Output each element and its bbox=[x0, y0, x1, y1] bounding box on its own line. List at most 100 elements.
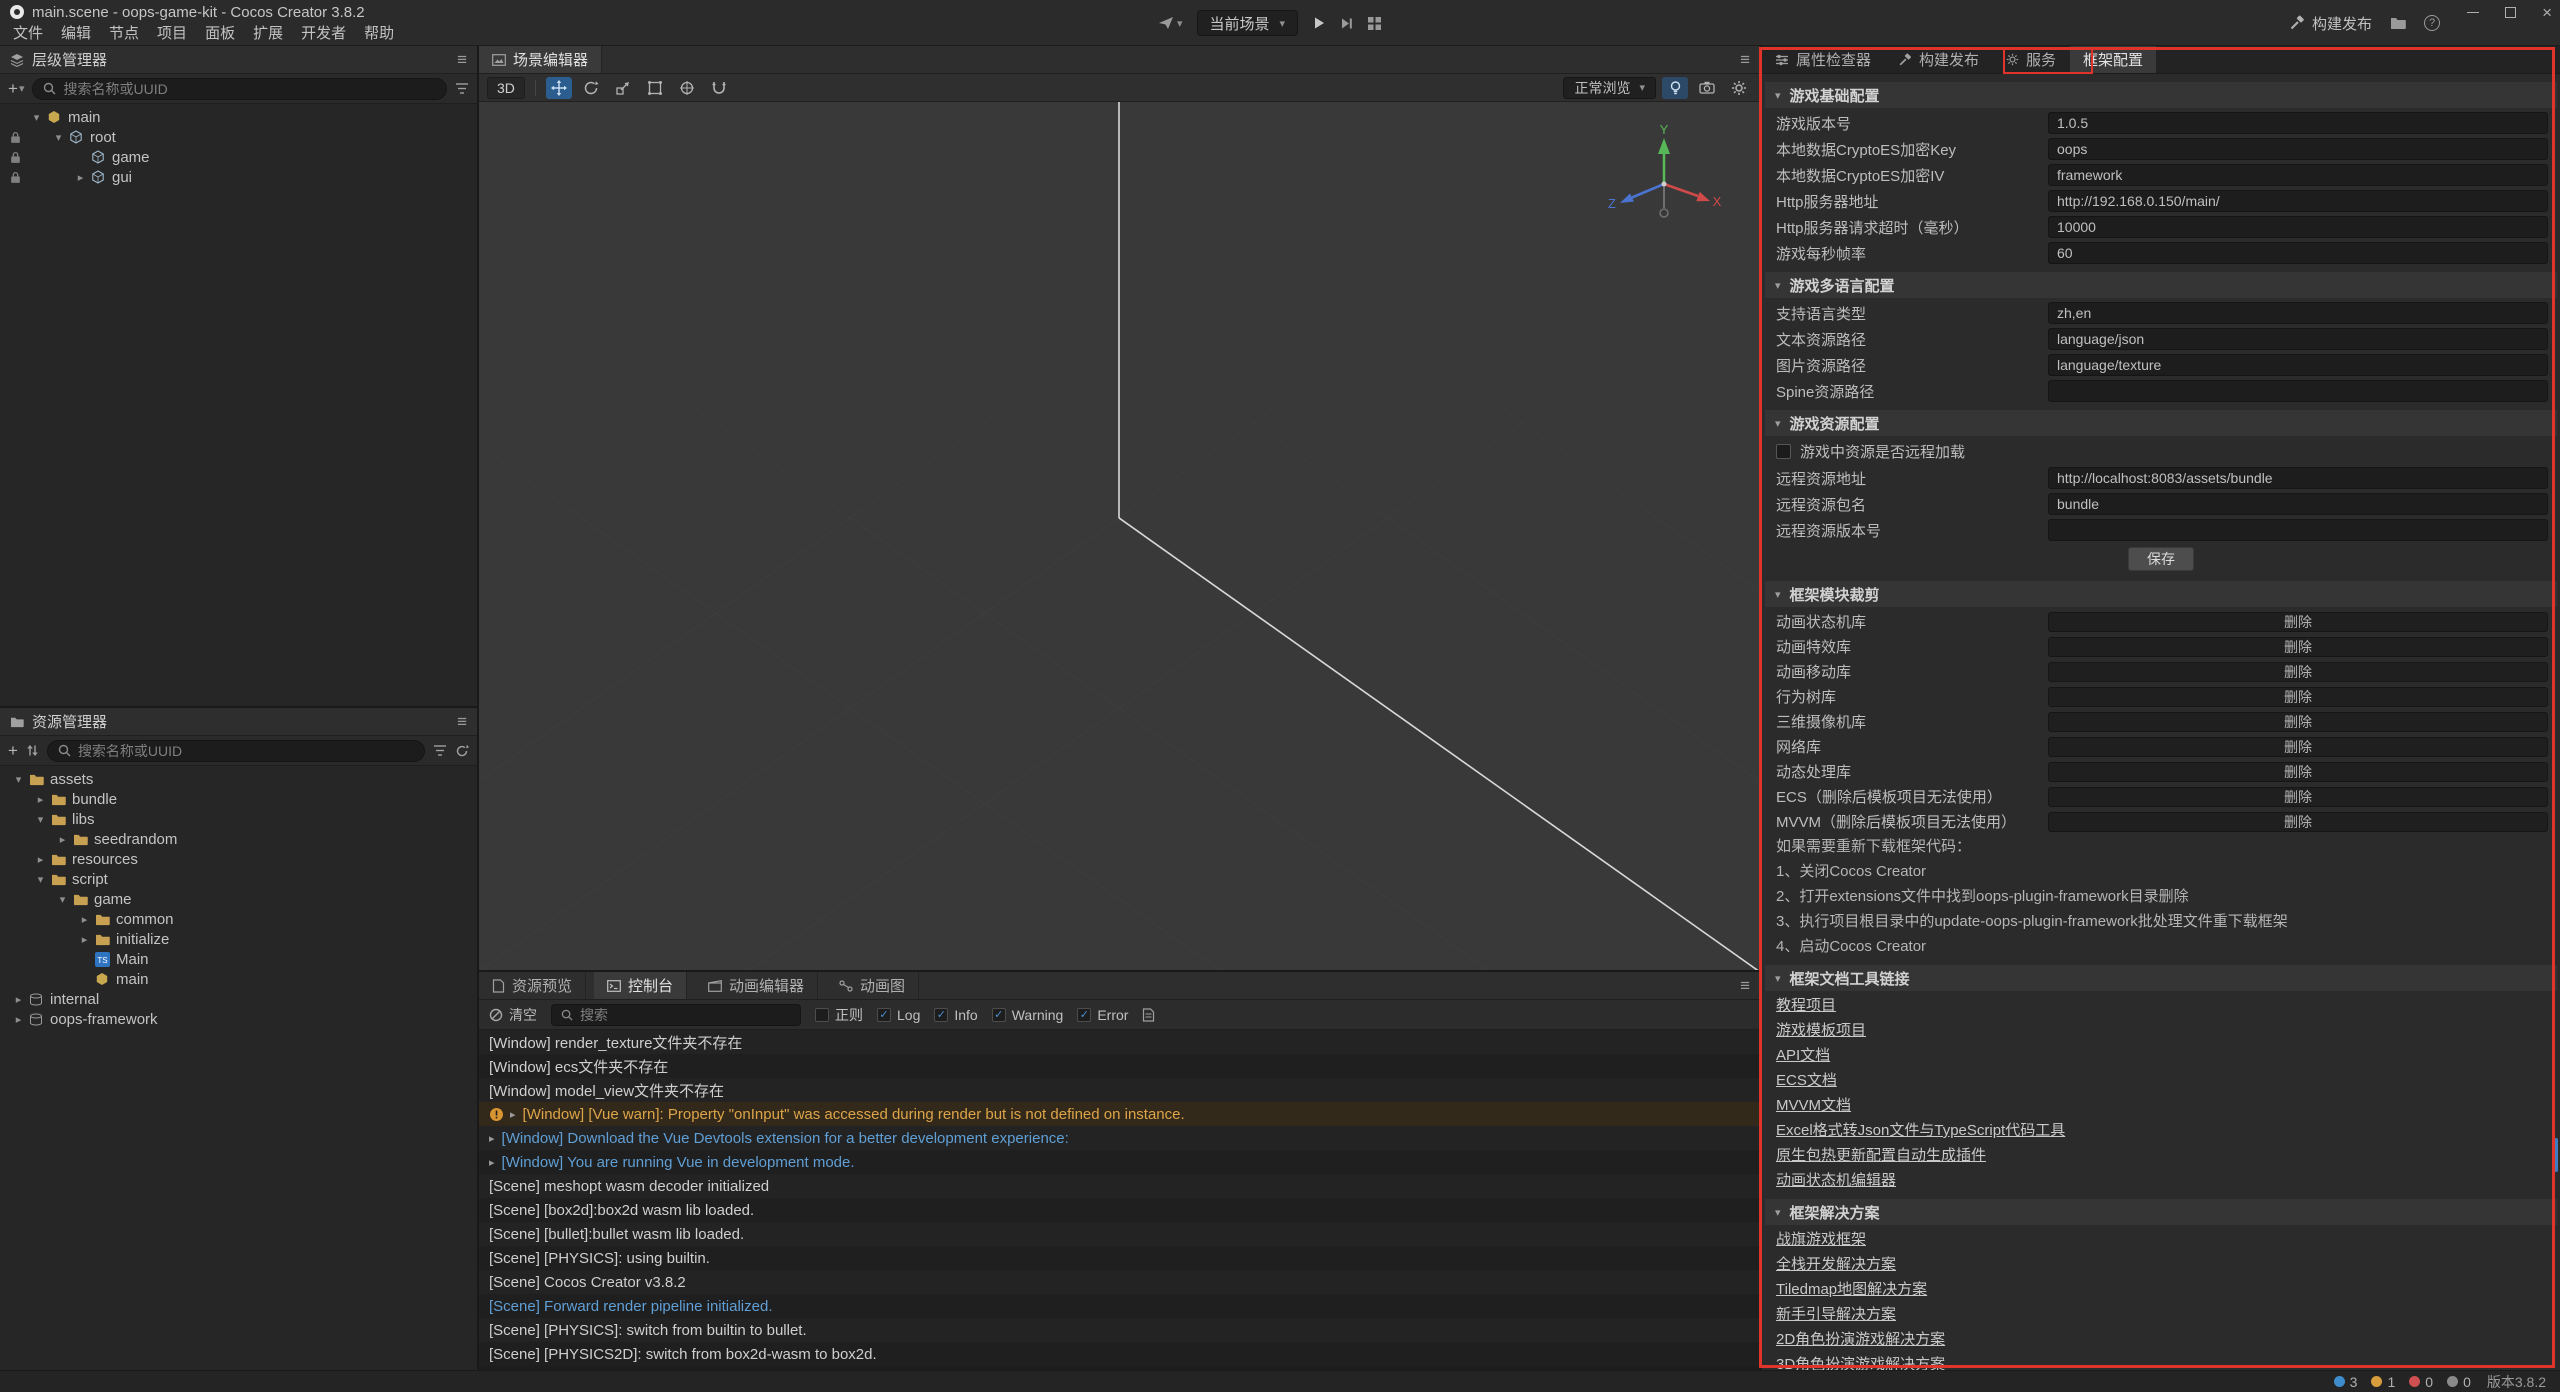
field-input[interactable] bbox=[2048, 138, 2548, 160]
tab-scene-editor[interactable]: 场景编辑器 bbox=[479, 46, 602, 73]
panel-menu-icon[interactable]: ≡ bbox=[457, 50, 467, 70]
console-log-row[interactable]: [Scene] meshopt wasm decoder initialized bbox=[479, 1174, 1760, 1198]
console-log-row[interactable]: [Scene] [box2d]:box2d wasm lib loaded. bbox=[479, 1198, 1760, 1222]
play-button[interactable] bbox=[1312, 16, 1326, 30]
doc-link[interactable]: 3D角色扮演游戏解决方案 bbox=[1776, 1356, 1945, 1370]
doc-link[interactable]: 新手引导解决方案 bbox=[1776, 1306, 1896, 1323]
collapse-logs-icon[interactable] bbox=[1142, 1008, 1155, 1022]
tree-node[interactable]: ▸oops-framework bbox=[0, 1009, 477, 1029]
rotate-tool-button[interactable] bbox=[578, 77, 604, 99]
assets-search-input[interactable] bbox=[78, 743, 414, 759]
scale-tool-button[interactable] bbox=[610, 77, 636, 99]
tree-caret-icon[interactable]: ▸ bbox=[54, 833, 71, 846]
close-icon[interactable]: × bbox=[2542, 4, 2552, 21]
doc-link[interactable]: ECS文档 bbox=[1776, 1072, 1837, 1089]
preview-target-icon[interactable]: ▾ bbox=[1158, 15, 1183, 31]
console-log-row[interactable]: [Scene] [PHYSICS2D]: switch from box2d-w… bbox=[479, 1342, 1760, 1366]
sort-icon[interactable] bbox=[26, 744, 39, 757]
section-header[interactable]: ▾游戏基础配置 bbox=[1765, 82, 2557, 108]
tree-caret-icon[interactable]: ▸ bbox=[32, 793, 49, 806]
module-delete-button[interactable]: 删除 bbox=[2048, 762, 2548, 782]
tab-asset-preview[interactable]: 资源预览 bbox=[479, 972, 586, 999]
field-input[interactable] bbox=[2048, 216, 2548, 238]
hierarchy-search-input[interactable] bbox=[63, 81, 436, 97]
tree-caret-icon[interactable]: ▾ bbox=[50, 131, 67, 144]
section-header[interactable]: ▾框架模块裁剪 bbox=[1765, 581, 2557, 607]
multi-device-icon[interactable] bbox=[1367, 16, 1382, 31]
lock-icon[interactable] bbox=[2, 131, 28, 144]
folder-icon[interactable] bbox=[2390, 16, 2406, 30]
module-delete-button[interactable]: 删除 bbox=[2048, 737, 2548, 757]
build-publish-button[interactable]: 构建发布 bbox=[2289, 13, 2372, 34]
module-delete-button[interactable]: 删除 bbox=[2048, 612, 2548, 632]
clear-console-button[interactable]: 清空 bbox=[489, 1005, 537, 1025]
expand-caret-icon[interactable]: ▸ bbox=[510, 1108, 516, 1121]
doc-link[interactable]: 全栈开发解决方案 bbox=[1776, 1256, 1896, 1273]
console-log-row[interactable]: ▸[Window] You are running Vue in develop… bbox=[479, 1150, 1760, 1174]
doc-link[interactable]: 教程项目 bbox=[1776, 997, 1836, 1014]
field-input[interactable] bbox=[2048, 519, 2548, 541]
console-log-row[interactable]: [Window] ecs文件夹不存在 bbox=[479, 1054, 1760, 1078]
tree-caret-icon[interactable]: ▸ bbox=[10, 1013, 27, 1026]
module-delete-button[interactable]: 删除 bbox=[2048, 662, 2548, 682]
field-input[interactable] bbox=[2048, 493, 2548, 515]
expand-caret-icon[interactable]: ▸ bbox=[489, 1156, 495, 1169]
tree-node[interactable]: ▸initialize bbox=[0, 929, 477, 949]
snap-tool-button[interactable] bbox=[706, 77, 732, 99]
panel-menu-icon[interactable]: ≡ bbox=[457, 712, 467, 732]
console-log-row[interactable]: [Scene] [bullet]:bullet wasm lib loaded. bbox=[479, 1222, 1760, 1246]
module-delete-button[interactable]: 删除 bbox=[2048, 812, 2548, 832]
module-delete-button[interactable]: 删除 bbox=[2048, 712, 2548, 732]
console-search-input[interactable] bbox=[580, 1007, 791, 1023]
tree-node[interactable]: ▾root bbox=[0, 127, 477, 147]
doc-link[interactable]: 2D角色扮演游戏解决方案 bbox=[1776, 1331, 1945, 1348]
section-header[interactable]: ▾框架解决方案 bbox=[1765, 1199, 2557, 1225]
tree-node[interactable]: ▸bundle bbox=[0, 789, 477, 809]
tab-property-inspector[interactable]: 属性检查器 bbox=[1762, 46, 1885, 73]
tree-caret-icon[interactable]: ▸ bbox=[72, 171, 89, 184]
tree-caret-icon[interactable]: ▾ bbox=[10, 773, 27, 786]
tree-caret-icon[interactable]: ▾ bbox=[54, 893, 71, 906]
add-node-button[interactable]: +▾ bbox=[8, 79, 24, 99]
doc-link[interactable]: API文档 bbox=[1776, 1047, 1830, 1064]
tree-node[interactable]: ▾main bbox=[0, 107, 477, 127]
rect-tool-button[interactable] bbox=[642, 77, 668, 99]
menu-developer[interactable]: 开发者 bbox=[292, 22, 355, 46]
transform-tool-button[interactable] bbox=[674, 77, 700, 99]
field-input[interactable] bbox=[2048, 242, 2548, 264]
tab-console[interactable]: 控制台 bbox=[594, 972, 687, 999]
tree-caret-icon[interactable]: ▸ bbox=[76, 933, 93, 946]
regex-toggle[interactable]: 正则 bbox=[815, 1005, 863, 1025]
module-delete-button[interactable]: 删除 bbox=[2048, 687, 2548, 707]
doc-link[interactable]: 原生包热更新配置自动生成插件 bbox=[1776, 1147, 1986, 1164]
console-log-row[interactable]: [Scene] [PHYSICS]: using builtin. bbox=[479, 1246, 1760, 1270]
console-log-row[interactable]: [Scene] Cocos Creator v3.8.2 bbox=[479, 1270, 1760, 1294]
field-input[interactable] bbox=[2048, 164, 2548, 186]
tree-node[interactable]: ▸common bbox=[0, 909, 477, 929]
panel-menu-icon[interactable]: ≡ bbox=[1740, 976, 1750, 996]
status-count[interactable]: 3 bbox=[2334, 1374, 2358, 1390]
lock-icon[interactable] bbox=[2, 171, 28, 184]
tree-node[interactable]: ▸gui bbox=[0, 167, 477, 187]
filter-error-checkbox[interactable]: ✓ Error bbox=[1077, 1007, 1128, 1023]
tab-framework-config[interactable]: 框架配置 bbox=[2070, 46, 2157, 73]
save-button[interactable]: 保存 bbox=[2128, 547, 2194, 571]
section-header[interactable]: ▾游戏多语言配置 bbox=[1765, 272, 2557, 298]
view-mode-select[interactable]: 正常浏览 ▾ bbox=[1563, 77, 1656, 99]
refresh-icon[interactable] bbox=[455, 744, 469, 758]
field-input[interactable] bbox=[2048, 328, 2548, 350]
scene-select[interactable]: 当前场景 ▾ bbox=[1197, 10, 1299, 36]
help-icon[interactable]: ? bbox=[2424, 15, 2440, 31]
module-delete-button[interactable]: 删除 bbox=[2048, 787, 2548, 807]
tree-caret-icon[interactable]: ▾ bbox=[28, 111, 45, 124]
section-header[interactable]: ▾框架文档工具链接 bbox=[1765, 965, 2557, 991]
status-count[interactable]: 0 bbox=[2409, 1374, 2433, 1390]
tree-node[interactable]: ▾libs bbox=[0, 809, 477, 829]
menu-panel[interactable]: 面板 bbox=[196, 22, 244, 46]
maximize-icon[interactable] bbox=[2505, 7, 2516, 18]
move-tool-button[interactable] bbox=[546, 77, 572, 99]
menu-help[interactable]: 帮助 bbox=[355, 22, 403, 46]
tab-service[interactable]: 服务 bbox=[1993, 46, 2070, 73]
menu-extension[interactable]: 扩展 bbox=[244, 22, 292, 46]
console-log-row[interactable]: [Scene] Forward render pipeline initiali… bbox=[479, 1294, 1760, 1318]
